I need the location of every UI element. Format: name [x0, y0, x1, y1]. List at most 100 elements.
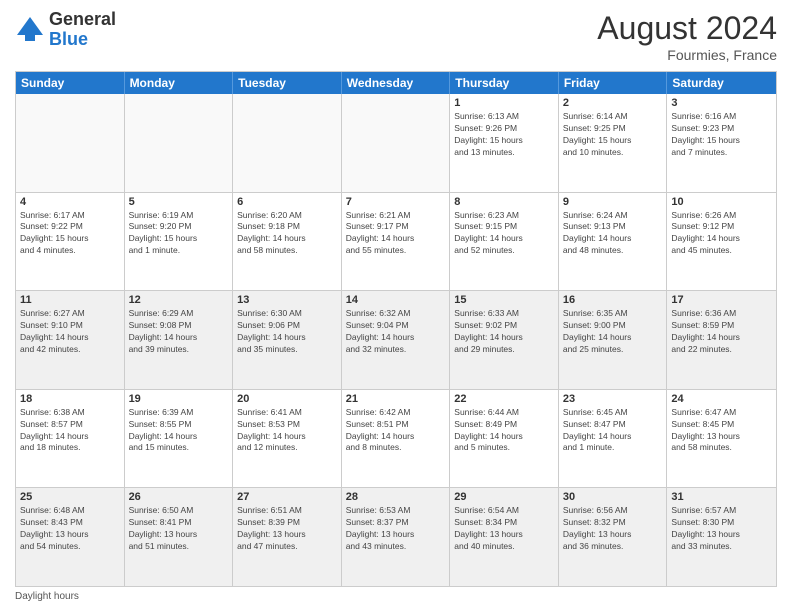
cal-header-cell: Saturday	[667, 72, 776, 94]
day-number: 6	[237, 196, 337, 208]
day-info: Sunrise: 6:35 AM Sunset: 9:00 PM Dayligh…	[563, 308, 663, 356]
day-info: Sunrise: 6:36 AM Sunset: 8:59 PM Dayligh…	[671, 308, 772, 356]
day-info: Sunrise: 6:19 AM Sunset: 9:20 PM Dayligh…	[129, 210, 229, 258]
calendar-body: 1 Sunrise: 6:13 AM Sunset: 9:26 PM Daylig…	[16, 94, 776, 586]
page: General Blue August 2024 Fourmies, Franc…	[0, 0, 792, 612]
logo-icon	[15, 15, 45, 45]
cal-cell: 13 Sunrise: 6:30 AM Sunset: 9:06 PM Dayli…	[233, 291, 342, 389]
cal-cell: 27 Sunrise: 6:51 AM Sunset: 8:39 PM Dayli…	[233, 488, 342, 586]
day-info: Sunrise: 6:21 AM Sunset: 9:17 PM Dayligh…	[346, 210, 446, 258]
day-info: Sunrise: 6:47 AM Sunset: 8:45 PM Dayligh…	[671, 407, 772, 455]
day-info: Sunrise: 6:29 AM Sunset: 9:08 PM Dayligh…	[129, 308, 229, 356]
logo-text: General Blue	[49, 10, 116, 50]
cal-cell: 26Sunrise: 6:50 AM Sunset: 8:41 PM Dayli…	[125, 488, 234, 586]
day-number: 5	[129, 196, 229, 208]
month-title: August 2024	[597, 10, 777, 47]
day-info: Sunrise: 6:24 AM Sunset: 9:13 PM Dayligh…	[563, 210, 663, 258]
cal-row: 11Sunrise: 6:27 AM Sunset: 9:10 PM Dayli…	[16, 291, 776, 390]
day-info: Sunrise: 6:39 AM Sunset: 8:55 PM Dayligh…	[129, 407, 229, 455]
day-info: Sunrise: 6:23 AM Sunset: 9:15 PM Dayligh…	[454, 210, 554, 258]
day-number: 13	[237, 294, 337, 306]
calendar: SundayMondayTuesdayWednesdayThursdayFrid…	[15, 71, 777, 587]
day-number: 30	[563, 491, 663, 503]
logo-blue: Blue	[49, 30, 116, 50]
day-number: 8	[454, 196, 554, 208]
day-number: 14	[346, 294, 446, 306]
cal-cell	[125, 94, 234, 192]
day-number: 22	[454, 393, 554, 405]
day-number: 15	[454, 294, 554, 306]
cal-cell: 29 Sunrise: 6:54 AM Sunset: 8:34 PM Dayli…	[450, 488, 559, 586]
day-number: 16	[563, 294, 663, 306]
title-block: August 2024 Fourmies, France	[597, 10, 777, 63]
day-info: Sunrise: 6:54 AM Sunset: 8:34 PM Dayligh…	[454, 505, 554, 553]
cal-cell: 3 Sunrise: 6:16 AM Sunset: 9:23 PM Daylig…	[667, 94, 776, 192]
cal-cell: 4 Sunrise: 6:17 AM Sunset: 9:22 PM Daylig…	[16, 193, 125, 291]
day-info: Sunrise: 6:16 AM Sunset: 9:23 PM Dayligh…	[671, 111, 772, 159]
day-number: 29	[454, 491, 554, 503]
cal-header-cell: Wednesday	[342, 72, 451, 94]
cal-cell: 2Sunrise: 6:14 AM Sunset: 9:25 PM Daylig…	[559, 94, 668, 192]
day-info: Sunrise: 6:38 AM Sunset: 8:57 PM Dayligh…	[20, 407, 120, 455]
day-number: 4	[20, 196, 120, 208]
cal-cell: 9 Sunrise: 6:24 AM Sunset: 9:13 PM Daylig…	[559, 193, 668, 291]
cal-header-cell: Friday	[559, 72, 668, 94]
cal-cell: 24Sunrise: 6:47 AM Sunset: 8:45 PM Dayli…	[667, 390, 776, 488]
day-number: 10	[671, 196, 772, 208]
day-info: Sunrise: 6:57 AM Sunset: 8:30 PM Dayligh…	[671, 505, 772, 553]
day-number: 7	[346, 196, 446, 208]
day-number: 27	[237, 491, 337, 503]
day-number: 20	[237, 393, 337, 405]
day-number: 28	[346, 491, 446, 503]
day-info: Sunrise: 6:17 AM Sunset: 9:22 PM Dayligh…	[20, 210, 120, 258]
cal-cell: 25Sunrise: 6:48 AM Sunset: 8:43 PM Dayli…	[16, 488, 125, 586]
cal-cell	[342, 94, 451, 192]
day-number: 19	[129, 393, 229, 405]
cal-cell: 17 Sunrise: 6:36 AM Sunset: 8:59 PM Dayli…	[667, 291, 776, 389]
day-info: Sunrise: 6:50 AM Sunset: 8:41 PM Dayligh…	[129, 505, 229, 553]
cal-cell: 28Sunrise: 6:53 AM Sunset: 8:37 PM Dayli…	[342, 488, 451, 586]
day-number: 18	[20, 393, 120, 405]
cal-cell: 8 Sunrise: 6:23 AM Sunset: 9:15 PM Daylig…	[450, 193, 559, 291]
day-info: Sunrise: 6:27 AM Sunset: 9:10 PM Dayligh…	[20, 308, 120, 356]
cal-cell: 21Sunrise: 6:42 AM Sunset: 8:51 PM Dayli…	[342, 390, 451, 488]
subtitle: Fourmies, France	[597, 47, 777, 63]
header: General Blue August 2024 Fourmies, Franc…	[15, 10, 777, 63]
cal-cell: 19 Sunrise: 6:39 AM Sunset: 8:55 PM Dayli…	[125, 390, 234, 488]
cal-cell: 23Sunrise: 6:45 AM Sunset: 8:47 PM Dayli…	[559, 390, 668, 488]
day-number: 12	[129, 294, 229, 306]
cal-cell: 6 Sunrise: 6:20 AM Sunset: 9:18 PM Daylig…	[233, 193, 342, 291]
day-number: 2	[563, 97, 663, 109]
cal-cell: 12 Sunrise: 6:29 AM Sunset: 9:08 PM Dayli…	[125, 291, 234, 389]
day-info: Sunrise: 6:32 AM Sunset: 9:04 PM Dayligh…	[346, 308, 446, 356]
cal-cell: 10 Sunrise: 6:26 AM Sunset: 9:12 PM Dayli…	[667, 193, 776, 291]
cal-row: 25Sunrise: 6:48 AM Sunset: 8:43 PM Dayli…	[16, 488, 776, 586]
cal-cell: 11Sunrise: 6:27 AM Sunset: 9:10 PM Dayli…	[16, 291, 125, 389]
day-number: 9	[563, 196, 663, 208]
day-info: Sunrise: 6:56 AM Sunset: 8:32 PM Dayligh…	[563, 505, 663, 553]
cal-cell: 5 Sunrise: 6:19 AM Sunset: 9:20 PM Daylig…	[125, 193, 234, 291]
cal-cell: 22Sunrise: 6:44 AM Sunset: 8:49 PM Dayli…	[450, 390, 559, 488]
day-number: 3	[671, 97, 772, 109]
day-info: Sunrise: 6:33 AM Sunset: 9:02 PM Dayligh…	[454, 308, 554, 356]
day-info: Sunrise: 6:45 AM Sunset: 8:47 PM Dayligh…	[563, 407, 663, 455]
day-info: Sunrise: 6:13 AM Sunset: 9:26 PM Dayligh…	[454, 111, 554, 159]
cal-cell: 15 Sunrise: 6:33 AM Sunset: 9:02 PM Dayli…	[450, 291, 559, 389]
day-info: Sunrise: 6:51 AM Sunset: 8:39 PM Dayligh…	[237, 505, 337, 553]
day-info: Sunrise: 6:20 AM Sunset: 9:18 PM Dayligh…	[237, 210, 337, 258]
day-info: Sunrise: 6:30 AM Sunset: 9:06 PM Dayligh…	[237, 308, 337, 356]
cal-row: 4 Sunrise: 6:17 AM Sunset: 9:22 PM Daylig…	[16, 193, 776, 292]
day-number: 1	[454, 97, 554, 109]
cal-row: 1 Sunrise: 6:13 AM Sunset: 9:26 PM Daylig…	[16, 94, 776, 193]
cal-header-cell: Thursday	[450, 72, 559, 94]
cal-header-cell: Tuesday	[233, 72, 342, 94]
day-number: 25	[20, 491, 120, 503]
cal-cell: 7 Sunrise: 6:21 AM Sunset: 9:17 PM Daylig…	[342, 193, 451, 291]
day-info: Sunrise: 6:42 AM Sunset: 8:51 PM Dayligh…	[346, 407, 446, 455]
day-number: 17	[671, 294, 772, 306]
cal-cell: 20Sunrise: 6:41 AM Sunset: 8:53 PM Dayli…	[233, 390, 342, 488]
logo-general: General	[49, 10, 116, 30]
day-info: Sunrise: 6:26 AM Sunset: 9:12 PM Dayligh…	[671, 210, 772, 258]
footer-note: Daylight hours	[15, 587, 777, 602]
cal-cell: 31Sunrise: 6:57 AM Sunset: 8:30 PM Dayli…	[667, 488, 776, 586]
